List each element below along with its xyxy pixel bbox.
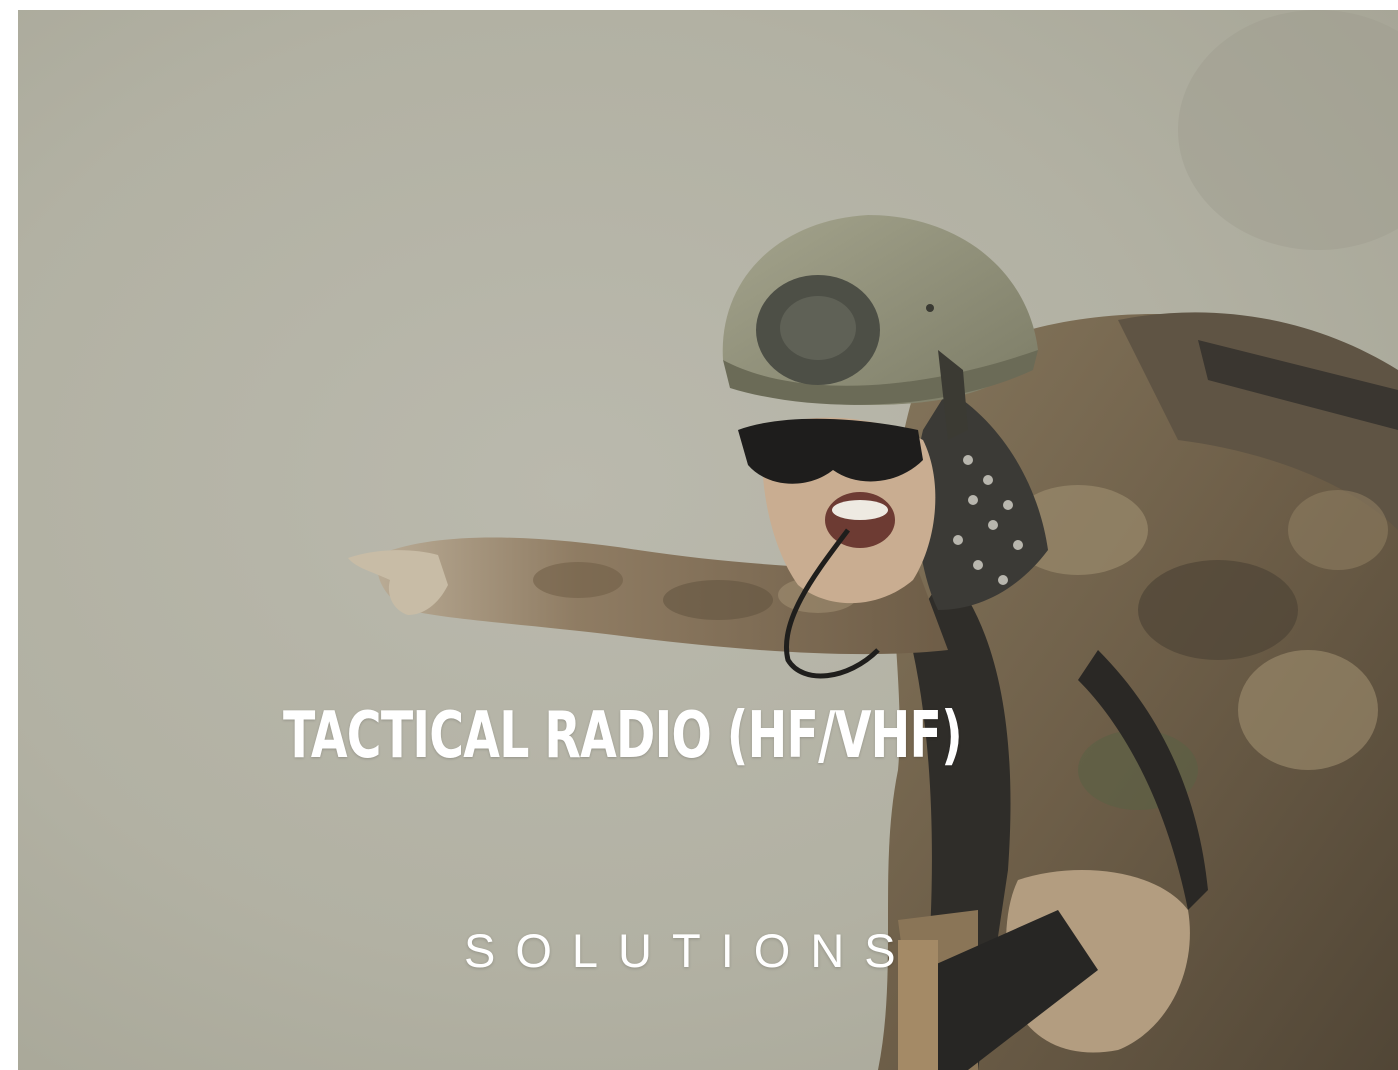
hero-subtitle: SOLUTIONS xyxy=(464,924,916,977)
hero-title: TACTICAL RADIO (HF/VHF) xyxy=(283,699,963,773)
soldier-photo xyxy=(18,10,1398,1070)
hero-banner: TACTICAL RADIO (HF/VHF) SOLUTIONS xyxy=(18,10,1398,1070)
